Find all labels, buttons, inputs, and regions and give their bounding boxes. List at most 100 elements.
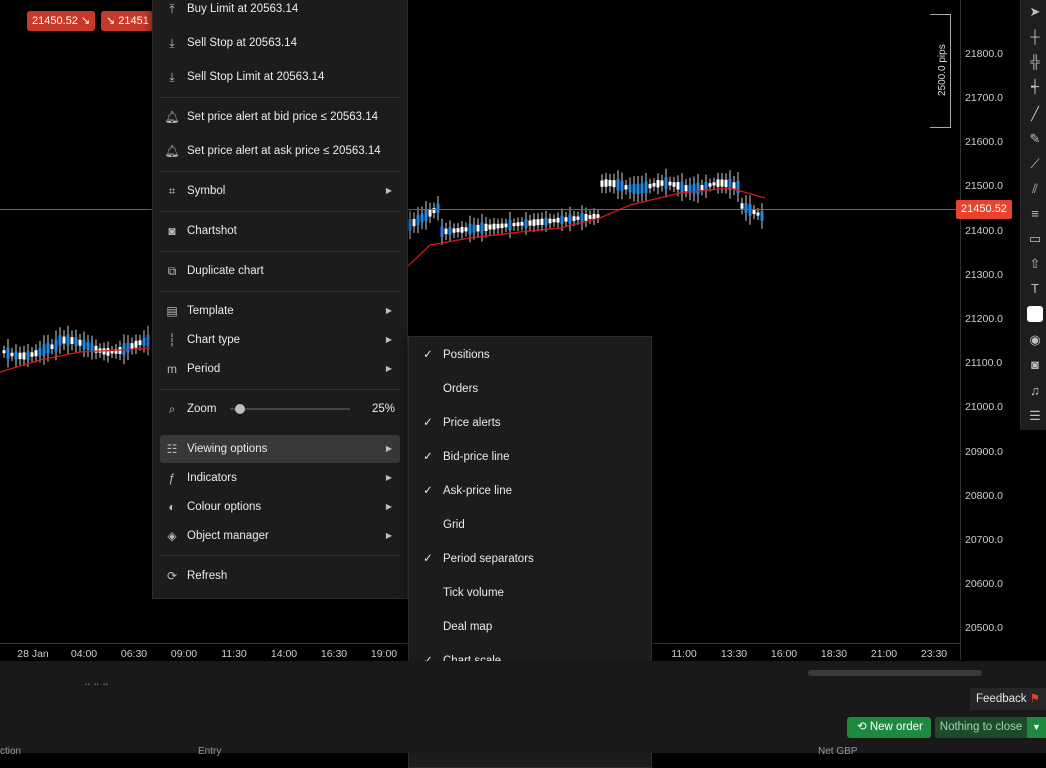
- menu-item-colour-options[interactable]: ◐ Colour options ▶: [160, 493, 400, 521]
- candle-body: [424, 209, 428, 222]
- column-header-direction[interactable]: ction: [0, 746, 21, 757]
- candle-body: [548, 218, 552, 224]
- candle-body: [476, 224, 480, 232]
- candle-body: [720, 179, 724, 187]
- menu-item-set-price-alert-at-ask-price-20563-14[interactable]: 🔔︎ Set price alert at ask price ≤ 20563.1…: [160, 137, 400, 165]
- menu-item-indicators[interactable]: ƒ Indicators ▶: [160, 464, 400, 492]
- bell-icon[interactable]: ♫: [1027, 383, 1043, 399]
- resize-handle-icon[interactable]: ⠒ ⠒ ⠒: [84, 680, 109, 691]
- candle-body: [536, 219, 540, 226]
- cursor-icon[interactable]: ➤: [1027, 4, 1043, 20]
- viewing-option-positions[interactable]: ✓ Positions: [416, 340, 642, 370]
- menu-item-refresh[interactable]: ⟳ Refresh: [160, 562, 400, 590]
- crosshair-plus-icon[interactable]: ╬: [1027, 54, 1043, 70]
- rate-box-buy[interactable]: ↘ 21451: [101, 11, 153, 31]
- zoom-value: 25%: [371, 403, 395, 415]
- candle-body: [616, 179, 620, 191]
- checkmark-icon: ✓: [423, 417, 433, 429]
- chevron-right-icon: ▶: [385, 335, 392, 344]
- menu-item-viewing-options[interactable]: ☷ Viewing options ▶: [160, 435, 400, 463]
- menu-item-chart-type[interactable]: ┆ Chart type ▶: [160, 326, 400, 354]
- price-tick-label: 20800.0: [965, 490, 1003, 502]
- new-order-button[interactable]: ⟲ New order: [847, 717, 931, 738]
- candle-body: [684, 185, 688, 192]
- menu-item-zoom[interactable]: ⌕ Zoom 25%: [160, 395, 400, 423]
- chevron-down-icon[interactable]: ▼: [1027, 717, 1046, 738]
- viewing-option-ask-price-line[interactable]: ✓ Ask-price line: [416, 476, 642, 506]
- trendline-icon[interactable]: ╱: [1027, 106, 1043, 122]
- list-icon[interactable]: ☰: [1027, 408, 1043, 424]
- menu-item-label: Buy Limit at 20563.14: [187, 3, 299, 15]
- nothing-to-close-button[interactable]: Nothing to close: [935, 717, 1027, 738]
- menu-item-label: Colour options: [187, 501, 262, 513]
- menu-item-label: Set price alert at ask price ≤ 20563.14: [187, 145, 381, 157]
- viewing-option-orders[interactable]: Orders: [416, 374, 642, 404]
- menu-item-label: Object manager: [187, 530, 269, 542]
- viewing-option-label: Tick volume: [443, 587, 504, 599]
- candle-body: [26, 351, 30, 360]
- rectangle-icon[interactable]: ▭: [1027, 231, 1043, 247]
- candle-body: [146, 334, 150, 347]
- viewing-option-grid[interactable]: Grid: [416, 510, 642, 540]
- candle-body: [708, 183, 712, 187]
- candle-body: [612, 180, 616, 188]
- candle-body: [492, 223, 496, 230]
- candle-body: [428, 209, 432, 217]
- pencil-icon[interactable]: ✎: [1027, 131, 1043, 147]
- menu-item-sell-stop-at-20563-14[interactable]: ⤓ Sell Stop at 20563.14: [160, 29, 400, 57]
- price-tick-label: 21600.0: [965, 136, 1003, 148]
- candle-body: [22, 352, 26, 360]
- menu-item-chartshot[interactable]: ◙ Chartshot: [160, 217, 400, 245]
- candle-body: [756, 212, 760, 216]
- camera-icon[interactable]: ◙: [1027, 357, 1043, 373]
- menu-item-object-manager[interactable]: ◈ Object manager ▶: [160, 522, 400, 550]
- candle-body: [732, 182, 736, 189]
- viewing-option-tick-volume[interactable]: Tick volume: [416, 578, 642, 608]
- column-header-net[interactable]: Net GBP: [818, 746, 857, 757]
- candle-body: [14, 351, 18, 360]
- menu-item-template[interactable]: ▤ Template ▶: [160, 297, 400, 325]
- menu-item-duplicate-chart[interactable]: ⧉ Duplicate chart: [160, 257, 400, 285]
- menu-separator: [160, 555, 400, 556]
- candle-body: [520, 221, 524, 226]
- brush-icon[interactable]: ⟋: [1027, 156, 1043, 172]
- menu-item-period[interactable]: m Period ▶: [160, 355, 400, 383]
- candle-body: [564, 217, 568, 222]
- viewing-option-price-alerts[interactable]: ✓ Price alerts: [416, 408, 642, 438]
- duplicate-icon: ⧉: [167, 264, 177, 278]
- menu-item-set-price-alert-at-bid-price-20563-14[interactable]: 🔔︎ Set price alert at bid price ≤ 20563.1…: [160, 103, 400, 131]
- moving-average-line: [405, 187, 766, 269]
- viewing-option-period-separators[interactable]: ✓ Period separators: [416, 544, 642, 574]
- anchor-icon[interactable]: ┽: [1027, 79, 1043, 95]
- candle-body: [660, 180, 664, 186]
- zoom-slider[interactable]: [230, 408, 350, 410]
- upload-icon: ⤒: [169, 2, 175, 16]
- column-header-entry[interactable]: Entry: [198, 746, 221, 757]
- menu-item-label: Chartshot: [187, 225, 237, 237]
- candle-body: [672, 182, 676, 187]
- menu-item-sell-stop-limit-at-20563-14[interactable]: ⤓ Sell Stop Limit at 20563.14: [160, 63, 400, 91]
- candle-body: [46, 343, 50, 354]
- crosshair-icon[interactable]: ┼: [1027, 29, 1043, 45]
- menu-item-symbol[interactable]: ⌗ Symbol ▶: [160, 177, 400, 205]
- menu-item-buy-limit-at-20563-14[interactable]: ⤒ Buy Limit at 20563.14: [160, 0, 400, 23]
- feedback-button[interactable]: Feedback ⚑: [970, 688, 1046, 710]
- viewing-option-deal-map[interactable]: Deal map: [416, 612, 642, 642]
- fork-icon[interactable]: ⫽: [1027, 181, 1043, 197]
- zoom-slider-handle[interactable]: [235, 404, 245, 414]
- candle-body: [628, 184, 632, 193]
- arrow-up-icon[interactable]: ⇧: [1027, 256, 1043, 272]
- horizontal-scrollbar[interactable]: [808, 670, 982, 676]
- price-tick-label: 20900.0: [965, 446, 1003, 458]
- color-swatch-icon[interactable]: [1027, 306, 1043, 322]
- text-icon[interactable]: T: [1027, 281, 1043, 297]
- viewing-option-bid-price-line[interactable]: ✓ Bid-price line: [416, 442, 642, 472]
- candle-body: [552, 218, 556, 223]
- rate-box-sell[interactable]: 21450.52 ↘: [27, 11, 96, 31]
- dot-icon[interactable]: ◉: [1027, 332, 1043, 348]
- menu-item-label: Duplicate chart: [187, 265, 264, 277]
- fib-icon[interactable]: ≡: [1027, 206, 1043, 222]
- candles-icon: ┆: [168, 333, 176, 347]
- indicators-icon: ƒ: [168, 471, 176, 485]
- template-icon: ▤: [166, 304, 178, 318]
